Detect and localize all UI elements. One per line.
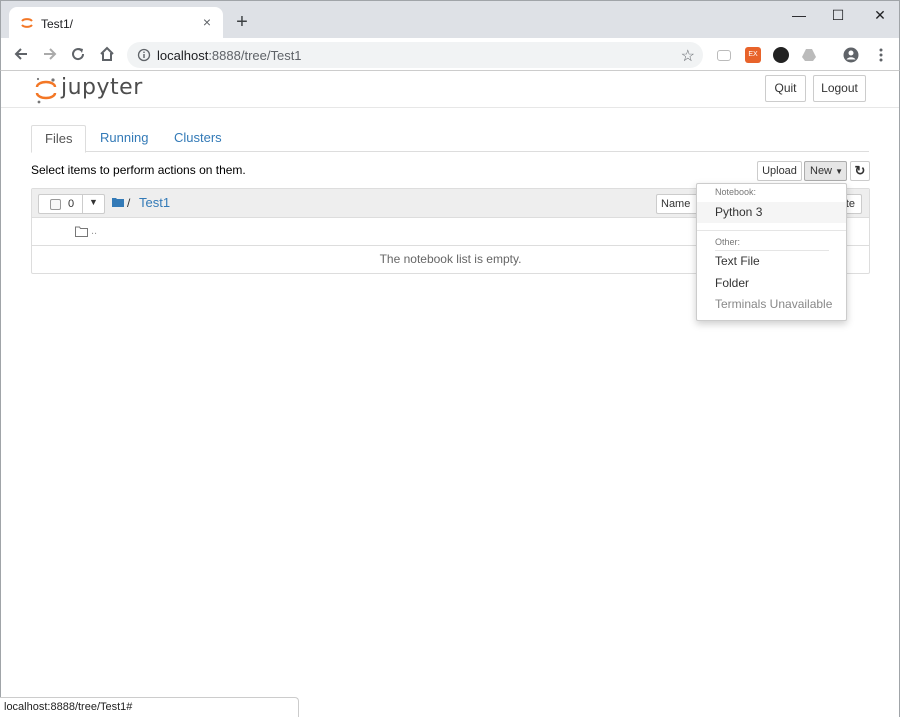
tab-close-icon[interactable]: × [199, 14, 215, 30]
home-icon[interactable] [98, 45, 116, 63]
selected-count: 0 [68, 198, 75, 210]
profile-icon[interactable] [843, 47, 859, 63]
maximize-button[interactable]: ☐ [824, 5, 852, 25]
select-instructions: Select items to perform actions on them. [31, 163, 246, 177]
breadcrumb-test1[interactable]: Test1 [139, 195, 170, 210]
address-bar[interactable]: localhost:8888/tree/Test1 ☆ [127, 42, 703, 68]
browser-toolbar: localhost:8888/tree/Test1 ☆ EX [0, 38, 900, 71]
forward-icon[interactable] [41, 45, 59, 63]
sort-name-label: Name [661, 198, 691, 210]
folder-outline-icon [75, 226, 88, 237]
close-window-button[interactable]: ✕ [866, 5, 894, 25]
tab-files[interactable]: Files [31, 125, 87, 153]
select-all-group[interactable]: 0 ▼ [38, 194, 105, 214]
jupyter-logo-text[interactable]: jupyter [61, 75, 143, 100]
quit-button[interactable]: Quit [765, 75, 806, 102]
parent-dir-link[interactable]: .. [91, 225, 97, 237]
status-bar-url: localhost:8888/tree/Test1# [0, 697, 299, 717]
minimize-button[interactable]: — [785, 5, 813, 25]
folder-icon[interactable] [112, 197, 124, 207]
upload-button[interactable]: Upload [757, 161, 802, 181]
logout-button[interactable]: Logout [813, 75, 866, 102]
bookmark-star-icon[interactable]: ☆ [681, 46, 695, 66]
new-python3-item[interactable]: Python 3 [697, 202, 846, 223]
frame-left-border [0, 71, 1, 717]
browser-tab[interactable]: Test1/ × [9, 7, 223, 39]
new-folder-item[interactable]: Folder [697, 273, 846, 294]
url-host: localhost [157, 48, 209, 63]
other-header: Other: [715, 237, 741, 247]
info-icon[interactable] [137, 48, 151, 62]
new-button-label: New [810, 165, 833, 177]
notebook-header: Notebook: [715, 187, 757, 197]
browser-titlebar: Test1/ × + — ☐ ✕ [0, 0, 900, 39]
select-separator [82, 194, 83, 214]
url-text: localhost:8888/tree/Test1 [157, 48, 302, 63]
refresh-icon[interactable]: ↻ [850, 161, 870, 181]
breadcrumb-separator: / [127, 196, 131, 210]
select-all-checkbox[interactable] [50, 199, 61, 210]
tab-running[interactable]: Running [87, 125, 161, 152]
menu-divider [697, 230, 846, 231]
reload-icon[interactable] [69, 45, 87, 63]
new-button[interactable]: New ▼ [804, 161, 847, 181]
url-path: :8888/tree/Test1 [208, 48, 302, 63]
tab-clusters[interactable]: Clusters [161, 125, 235, 152]
menu-kebab-icon[interactable] [873, 47, 889, 63]
select-caret-icon[interactable]: ▼ [89, 197, 98, 207]
extension-circle-icon[interactable] [773, 47, 789, 63]
drive-icon[interactable] [801, 47, 817, 63]
dashboard-tabs: Files Running Clusters [31, 125, 869, 153]
new-text-file-item[interactable]: Text File [697, 251, 846, 272]
extension-cast-icon[interactable] [717, 50, 731, 61]
terminals-unavailable-item: Terminals Unavailable [715, 297, 833, 311]
back-icon[interactable] [12, 45, 30, 63]
new-tab-button[interactable]: + [233, 12, 251, 32]
new-dropdown-menu: Notebook: Python 3 Other: Text File Fold… [696, 183, 847, 321]
caret-down-icon: ▼ [835, 167, 843, 176]
jupyter-header: jupyter Quit Logout [1, 71, 899, 108]
extension-ex-icon[interactable]: EX [745, 47, 761, 63]
jupyter-logo-icon[interactable] [34, 75, 58, 105]
jupyter-favicon-icon [21, 18, 33, 28]
sort-last-modified-label: te [845, 198, 855, 210]
tab-title: Test1/ [41, 17, 74, 31]
